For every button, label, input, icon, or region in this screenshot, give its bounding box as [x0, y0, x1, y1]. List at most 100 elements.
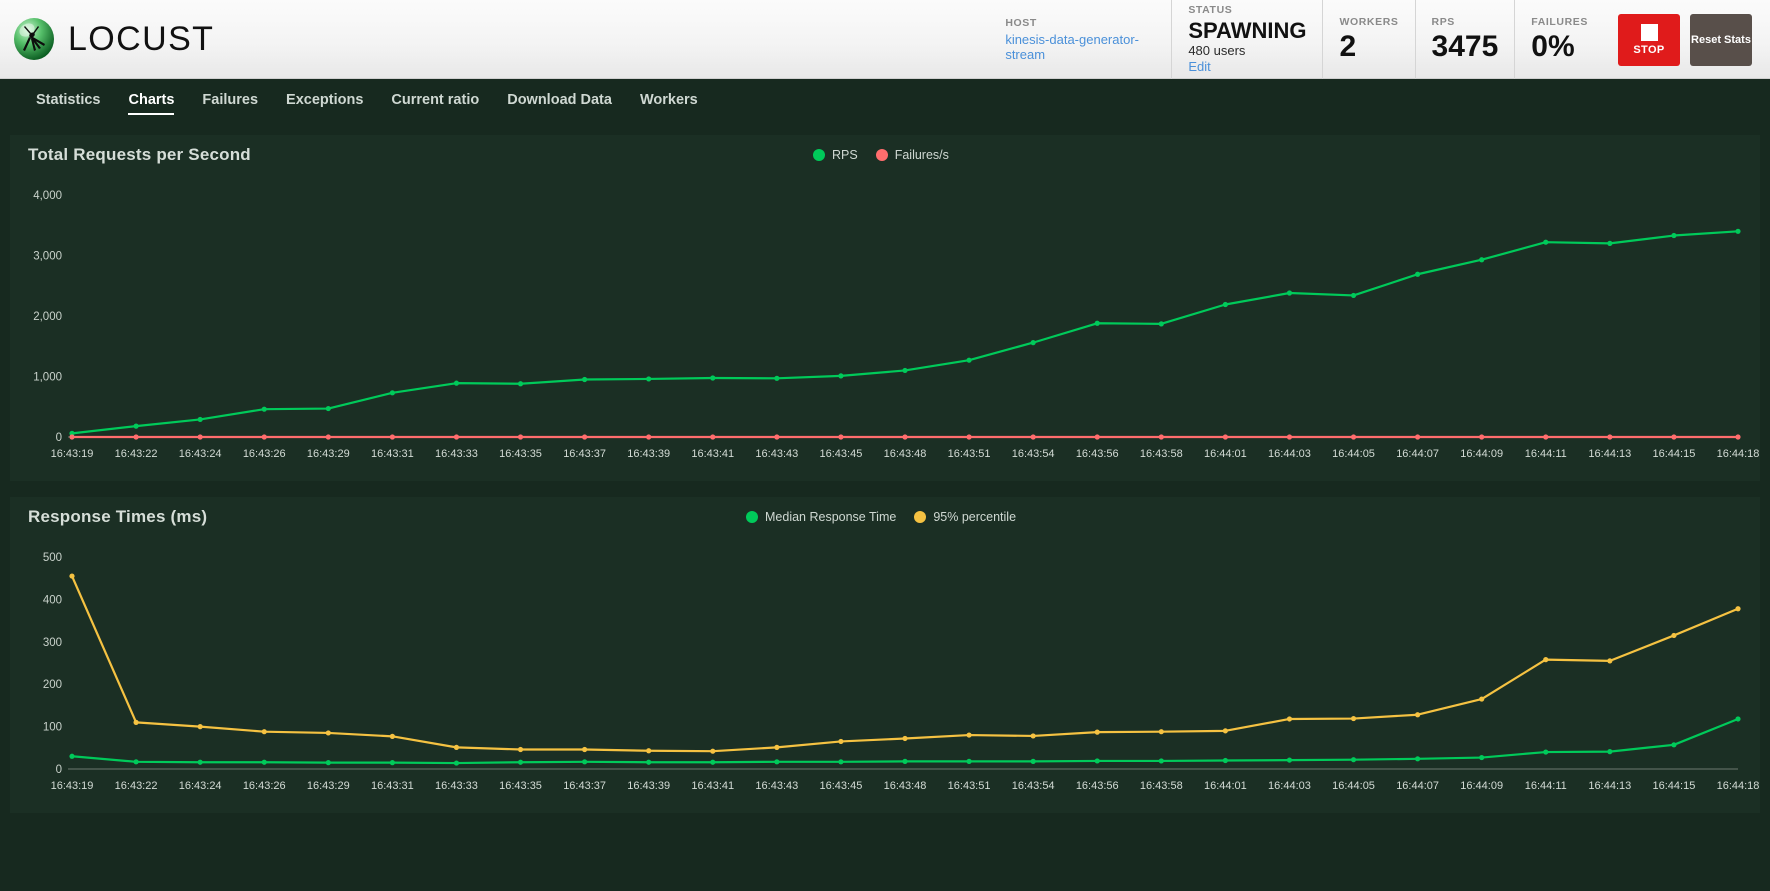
data-point[interactable]	[966, 434, 972, 440]
data-point[interactable]	[1735, 716, 1741, 722]
tab-statistics[interactable]: Statistics	[22, 82, 114, 116]
data-point[interactable]	[1094, 729, 1100, 735]
data-point[interactable]	[1735, 434, 1741, 440]
data-point[interactable]	[517, 746, 524, 753]
data-point[interactable]	[133, 423, 139, 429]
data-point[interactable]	[1415, 271, 1421, 277]
data-point[interactable]	[69, 573, 75, 579]
data-point[interactable]	[1094, 758, 1100, 764]
data-point[interactable]	[774, 375, 780, 381]
data-point[interactable]	[838, 759, 844, 765]
data-point[interactable]	[1543, 239, 1549, 245]
data-point[interactable]	[838, 373, 844, 379]
data-point[interactable]	[261, 759, 267, 765]
data-point[interactable]	[1735, 606, 1741, 612]
data-point[interactable]	[453, 744, 460, 750]
tab-current-ratio[interactable]: Current ratio	[377, 82, 493, 116]
data-point[interactable]	[1607, 658, 1613, 664]
data-point[interactable]	[966, 732, 972, 738]
data-point[interactable]	[710, 748, 716, 754]
tab-download-data[interactable]: Download Data	[493, 82, 626, 116]
data-point[interactable]	[1158, 758, 1164, 764]
tab-exceptions[interactable]: Exceptions	[272, 82, 377, 116]
legend-item-95-percentile[interactable]: 95% percentile	[914, 510, 1016, 524]
data-point[interactable]	[389, 760, 395, 766]
data-point[interactable]	[1543, 657, 1549, 663]
data-point[interactable]	[774, 434, 780, 440]
data-point[interactable]	[453, 434, 460, 440]
data-point[interactable]	[1350, 434, 1357, 440]
data-point[interactable]	[582, 746, 588, 753]
data-point[interactable]	[453, 380, 460, 386]
data-point[interactable]	[966, 357, 972, 363]
data-point[interactable]	[389, 390, 395, 396]
reset-stats-button[interactable]: Reset Stats	[1690, 13, 1752, 66]
host-link[interactable]: kinesis-data-generator-stream	[1005, 32, 1155, 62]
data-point[interactable]	[261, 729, 267, 735]
data-point[interactable]	[325, 730, 331, 736]
data-point[interactable]	[1735, 228, 1741, 234]
data-point[interactable]	[966, 758, 972, 764]
data-point[interactable]	[1671, 232, 1677, 239]
data-point[interactable]	[582, 376, 588, 383]
data-point[interactable]	[1415, 756, 1421, 762]
data-point[interactable]	[1158, 729, 1164, 735]
data-point[interactable]	[1222, 434, 1228, 440]
data-point[interactable]	[646, 748, 652, 754]
tab-workers[interactable]: Workers	[626, 82, 712, 116]
data-point[interactable]	[774, 759, 780, 765]
data-point[interactable]	[1479, 696, 1485, 702]
data-point[interactable]	[774, 744, 780, 750]
data-point[interactable]	[389, 434, 395, 440]
data-point[interactable]	[197, 724, 203, 730]
legend-item-median-response-time[interactable]: Median Response Time	[746, 510, 896, 524]
data-point[interactable]	[325, 434, 331, 440]
tab-failures[interactable]: Failures	[188, 82, 272, 116]
data-point[interactable]	[1479, 434, 1485, 440]
data-point[interactable]	[902, 367, 908, 374]
data-point[interactable]	[1543, 749, 1549, 755]
data-point[interactable]	[133, 434, 139, 440]
data-point[interactable]	[646, 759, 652, 765]
data-point[interactable]	[646, 376, 652, 382]
data-point[interactable]	[1607, 749, 1613, 755]
legend-item-rps[interactable]: RPS	[813, 148, 858, 162]
data-point[interactable]	[133, 759, 139, 765]
data-point[interactable]	[1415, 712, 1421, 718]
data-point[interactable]	[517, 759, 524, 765]
data-point[interactable]	[1607, 434, 1613, 440]
data-point[interactable]	[646, 434, 652, 440]
data-point[interactable]	[69, 753, 75, 759]
data-point[interactable]	[453, 760, 460, 766]
data-point[interactable]	[902, 758, 908, 764]
data-point[interactable]	[582, 759, 588, 765]
data-point[interactable]	[1350, 715, 1357, 722]
data-point[interactable]	[1671, 742, 1677, 748]
data-point[interactable]	[1030, 733, 1036, 739]
data-point[interactable]	[838, 434, 844, 440]
stop-button[interactable]: STOP	[1618, 13, 1680, 66]
edit-link[interactable]: Edit	[1188, 59, 1306, 75]
data-point[interactable]	[197, 759, 203, 765]
data-point[interactable]	[1671, 434, 1677, 440]
data-point[interactable]	[1479, 754, 1485, 761]
data-point[interactable]	[69, 434, 75, 440]
legend-item-failures-s[interactable]: Failures/s	[875, 148, 949, 162]
data-point[interactable]	[1030, 434, 1036, 440]
data-point[interactable]	[1158, 321, 1164, 327]
data-point[interactable]	[1158, 434, 1164, 440]
data-point[interactable]	[197, 416, 203, 423]
data-point[interactable]	[1479, 257, 1485, 263]
data-point[interactable]	[133, 719, 139, 725]
data-point[interactable]	[1286, 434, 1293, 440]
data-point[interactable]	[710, 375, 716, 381]
data-point[interactable]	[902, 735, 908, 742]
data-point[interactable]	[1094, 320, 1100, 326]
data-point[interactable]	[517, 434, 524, 440]
data-point[interactable]	[1350, 292, 1357, 299]
data-point[interactable]	[1286, 757, 1293, 763]
tab-charts[interactable]: Charts	[114, 82, 188, 116]
data-point[interactable]	[1030, 758, 1036, 764]
data-point[interactable]	[710, 759, 716, 765]
data-point[interactable]	[1543, 434, 1549, 440]
